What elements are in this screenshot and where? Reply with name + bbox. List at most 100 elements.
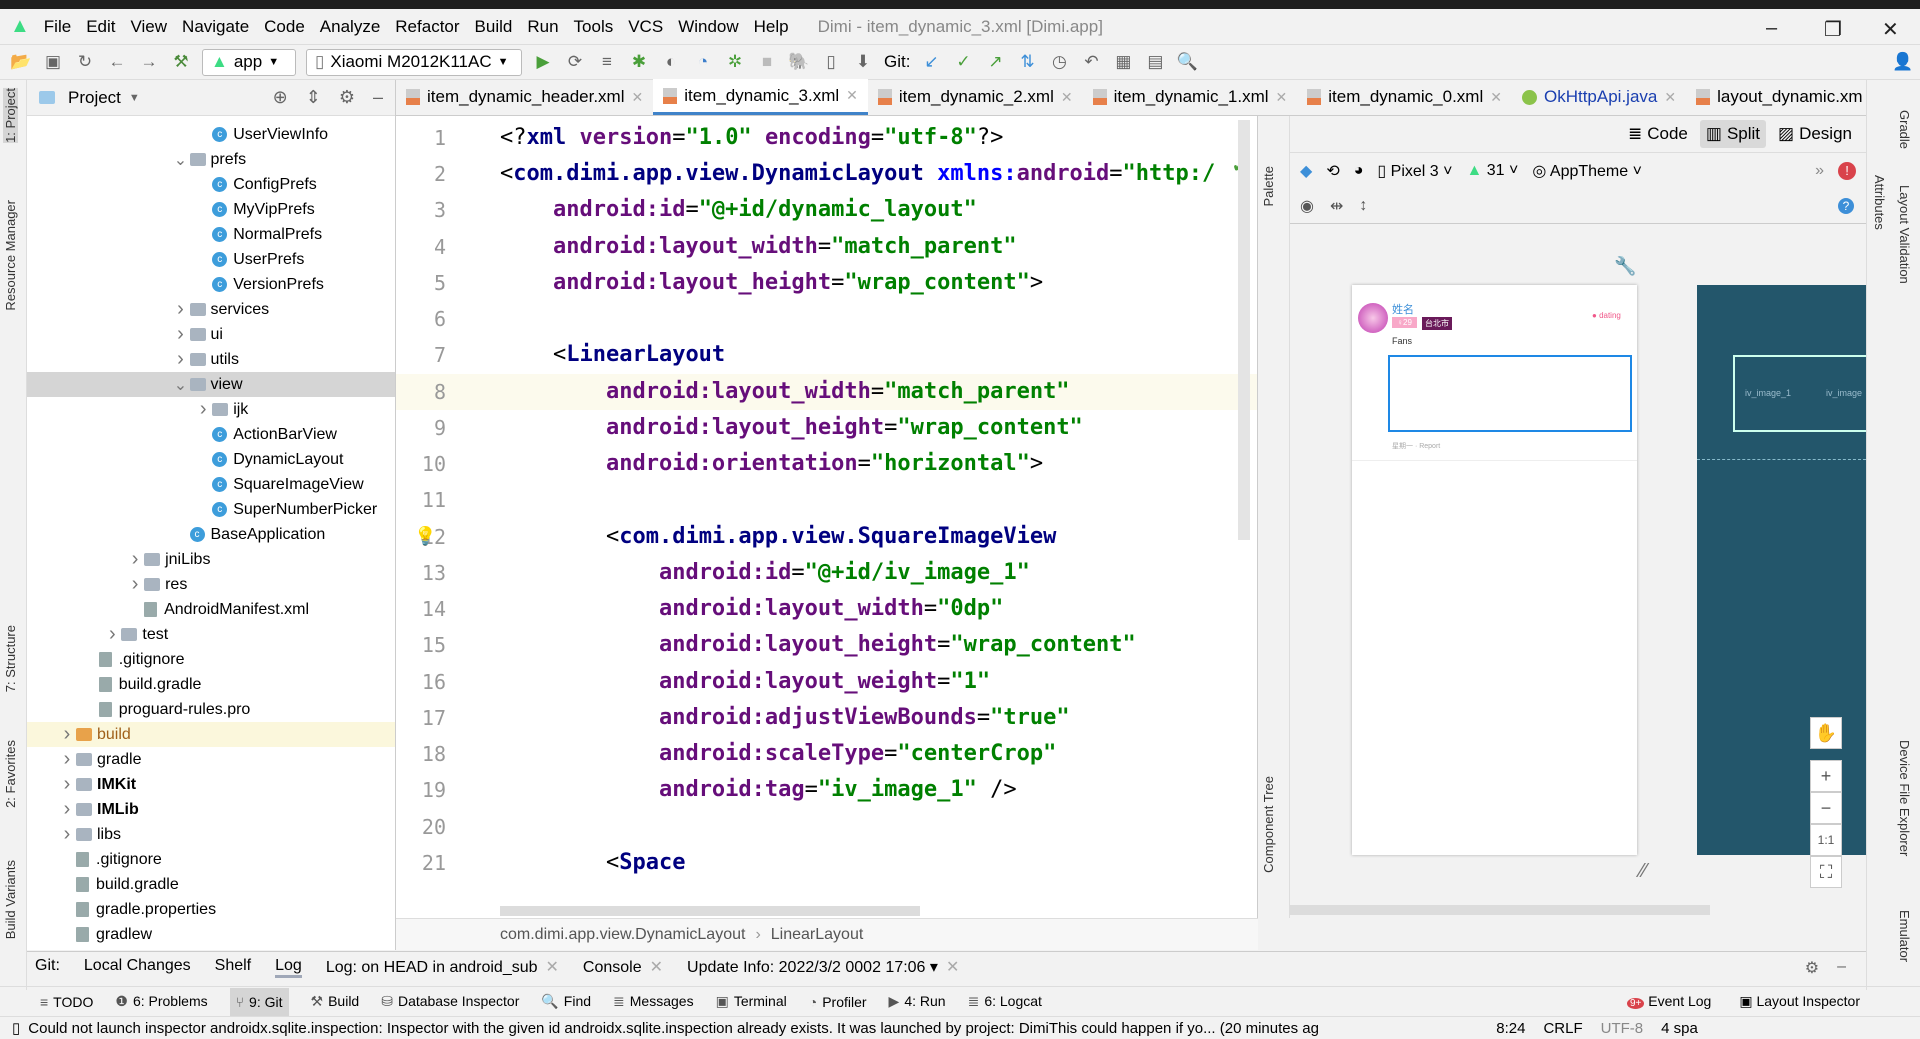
code-line[interactable]: 1 <?xml version="1.0" encoding="utf-8"?> — [396, 120, 1257, 156]
device-dropdown[interactable]: ▯ Pixel 3 ˅ — [1377, 161, 1452, 181]
tree-item[interactable]: AndroidManifest.xml — [27, 597, 395, 622]
menu-window[interactable]: Window — [678, 17, 738, 37]
tree-item[interactable]: c DynamicLayout — [27, 447, 395, 472]
code-line[interactable]: 7 <LinearLayout — [396, 337, 1257, 373]
close-tab-icon[interactable]: ✕ — [650, 959, 663, 976]
chevron-right-icon[interactable]: › — [172, 298, 190, 321]
forward-icon[interactable]: → — [138, 51, 160, 73]
menu-help[interactable]: Help — [754, 17, 789, 37]
chevron-right-icon[interactable]: › — [126, 573, 144, 596]
gear-icon[interactable]: ⚙ — [1805, 958, 1819, 978]
tree-item[interactable]: › res — [27, 572, 395, 597]
lightbulb-icon[interactable]: 💡 — [414, 526, 436, 547]
code-line[interactable]: 17 android:adjustViewBounds="true" — [396, 700, 1257, 736]
tool-window-button[interactable]: ❶ 6: Problems — [115, 993, 207, 1010]
hide-icon[interactable]: – — [373, 87, 383, 108]
close-button[interactable]: ✕ — [1882, 17, 1899, 42]
close-tab-icon[interactable]: ✕ — [631, 89, 643, 106]
side-tab-attributes[interactable]: Attributes — [1872, 175, 1887, 230]
close-tab-icon[interactable]: ✕ — [1664, 89, 1676, 106]
chevron-right-icon[interactable]: › — [172, 348, 190, 371]
tool-window-button[interactable]: ◔ Profiler — [809, 994, 867, 1010]
project-structure-icon[interactable]: ▦ — [1112, 51, 1134, 73]
chevron-right-icon[interactable]: › — [103, 623, 121, 646]
editor-h-scrollbar[interactable] — [500, 906, 920, 916]
git-commit-icon[interactable]: ✓ — [952, 51, 974, 73]
hide-icon[interactable]: – — [1837, 958, 1846, 978]
orientation-icon[interactable]: ⟲ — [1326, 161, 1339, 181]
tool-window-button[interactable]: 🔍 Find — [541, 993, 591, 1010]
tree-item[interactable]: › services — [27, 297, 395, 322]
code-line[interactable]: 4 android:layout_width="match_parent" — [396, 229, 1257, 265]
layout-preview[interactable]: 姓名 ♀29 台北市 ● dating Fans 星期一 · Report — [1352, 285, 1637, 855]
save-icon[interactable]: ▣ — [42, 51, 64, 73]
overflow-icon[interactable]: » — [1815, 162, 1824, 180]
side-tab-layout-validation[interactable]: Layout Validation — [1897, 185, 1912, 284]
open-icon[interactable]: 📂 — [10, 51, 32, 73]
account-icon[interactable]: 👤 — [1892, 51, 1914, 73]
guidelines-icon[interactable]: ⇹ — [1330, 196, 1343, 216]
back-icon[interactable]: ← — [106, 51, 128, 73]
side-tab-resource-manager[interactable]: Resource Manager — [3, 200, 18, 311]
chevron-right-icon[interactable]: › — [58, 748, 76, 771]
tree-item[interactable]: › test — [27, 622, 395, 647]
tree-item[interactable]: gradle.properties — [27, 897, 395, 922]
tree-item[interactable]: c ConfigPrefs — [27, 172, 395, 197]
tree-item[interactable]: build.gradle — [27, 872, 395, 897]
editor-tab[interactable]: item_dynamic_3.xml ✕ — [653, 79, 868, 115]
editor-scrollbar[interactable] — [1238, 120, 1250, 540]
close-tab-icon[interactable]: ✕ — [1490, 89, 1502, 106]
tree-item[interactable]: ⌄ prefs — [27, 147, 395, 172]
side-tab-build-variants[interactable]: Build Variants — [3, 860, 18, 939]
profile-icon[interactable]: ◔ — [692, 51, 714, 73]
cursor-position[interactable]: 8:24 — [1496, 1020, 1525, 1037]
tree-item[interactable]: c UserPrefs — [27, 247, 395, 272]
component-tree-tab[interactable]: Component Tree — [1261, 776, 1276, 873]
editor-tab[interactable]: item_dynamic_0.xml ✕ — [1297, 79, 1512, 115]
code-line[interactable]: 18 android:scaleType="centerCrop" — [396, 736, 1257, 772]
tool-window-button[interactable]: ≣ 6: Logcat — [968, 993, 1042, 1010]
menu-tools[interactable]: Tools — [574, 17, 614, 37]
history-icon[interactable]: ◷ — [1048, 51, 1070, 73]
design-h-scrollbar[interactable] — [1290, 905, 1710, 915]
code-mode-button[interactable]: ≣ Code — [1622, 120, 1694, 148]
side-tab-device-file-explorer[interactable]: Device File Explorer — [1897, 740, 1912, 856]
status-message[interactable]: Could not launch inspector androidx.sqli… — [28, 1020, 1458, 1037]
zoom-fit-button[interactable]: ⛶ — [1810, 856, 1842, 888]
pan-icon[interactable]: ✋ — [1810, 717, 1842, 749]
collapse-all-icon[interactable]: ⇕ — [306, 87, 321, 108]
code-line[interactable]: 8 android:layout_width="match_parent" — [396, 373, 1257, 410]
close-tab-icon[interactable]: ✕ — [1061, 89, 1073, 106]
error-icon[interactable]: ! — [1838, 161, 1856, 180]
help-icon[interactable]: ? — [1838, 197, 1854, 214]
tree-item[interactable]: › gradle — [27, 747, 395, 772]
code-line[interactable]: 20 — [396, 809, 1257, 845]
locate-icon[interactable]: ⊕ — [273, 87, 288, 108]
close-tab-icon[interactable]: ✕ — [846, 87, 858, 104]
run-anything-icon[interactable]: ▤ — [1144, 51, 1166, 73]
menu-refactor[interactable]: Refactor — [395, 17, 459, 37]
apply-code-icon[interactable]: ≡ — [596, 51, 618, 73]
maximize-button[interactable]: ❐ — [1824, 17, 1842, 42]
tool-window-button[interactable]: ≣ Messages — [613, 993, 694, 1010]
code-line[interactable]: 15 android:layout_height="wrap_content" — [396, 627, 1257, 663]
apply-changes-icon[interactable]: ⟳ — [564, 51, 586, 73]
layers-icon[interactable]: ◆ — [1300, 161, 1312, 181]
vertical-arrow-icon[interactable]: ↕ — [1359, 197, 1367, 215]
menu-build[interactable]: Build — [475, 17, 513, 37]
side-tab-project[interactable]: 1: Project — [3, 88, 18, 143]
tree-item[interactable]: › build — [27, 722, 395, 747]
tree-item[interactable]: proguard-rules.pro — [27, 697, 395, 722]
tree-item[interactable]: c UserViewInfo — [27, 122, 395, 147]
search-icon[interactable]: 🔍 — [1176, 51, 1198, 73]
tree-item[interactable]: c MyVipPrefs — [27, 197, 395, 222]
design-mode-button[interactable]: ▨ Design — [1772, 120, 1858, 148]
git-tab[interactable]: Local Changes — [84, 957, 191, 978]
menu-file[interactable]: File — [44, 17, 71, 37]
indent-setting[interactable]: 4 spa — [1661, 1020, 1698, 1037]
tree-item[interactable]: c BaseApplication — [27, 522, 395, 547]
sync-icon[interactable]: ↻ — [74, 51, 96, 73]
tree-item[interactable]: › ui — [27, 322, 395, 347]
code-line[interactable]: 10 android:orientation="horizontal"> — [396, 446, 1257, 482]
code-line[interactable]: 12 <com.dimi.app.view.SquareImageView — [396, 519, 1257, 555]
